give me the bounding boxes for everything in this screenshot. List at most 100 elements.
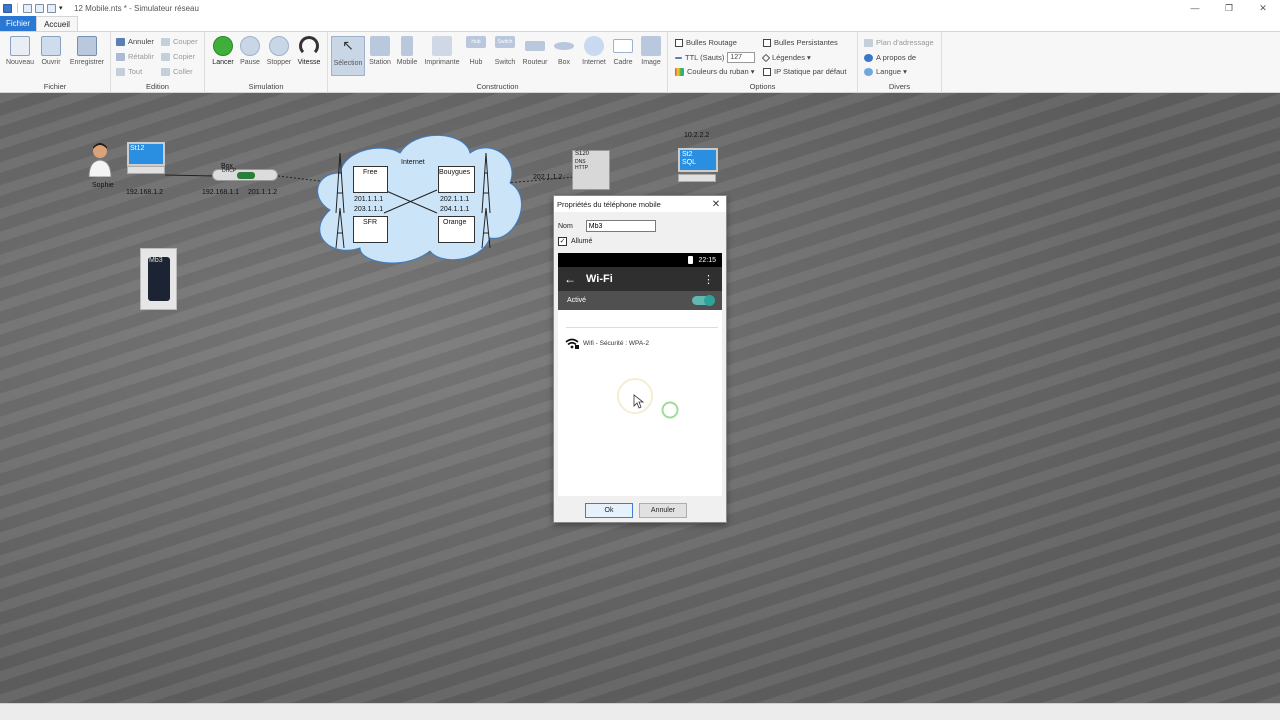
stop-icon [269,36,289,56]
speedometer-icon [299,36,319,56]
router-icon [525,41,545,51]
dialog-title-bar: Propriétés du téléphone mobile ✕ [554,196,726,212]
quick-access-toolbar: ▾ [0,3,68,13]
copy-button[interactable]: Copier [161,52,195,61]
person-icon [88,143,112,178]
customize-dropdown-icon[interactable]: ▾ [59,4,68,13]
tab-accueil[interactable]: Accueil [36,16,78,31]
isp-ip-201: 201.1.1.1 [354,196,384,203]
printer-icon [432,36,452,56]
close-window-button[interactable]: ✕ [1246,0,1280,16]
ribbon-colors-dropdown[interactable]: Couleurs du ruban ▾ [675,67,755,76]
group-label-options: Options [749,82,776,91]
sql-station-label: St2 [682,151,693,158]
group-label-simulation: Simulation [248,82,284,91]
cut-label: Couper [173,37,198,46]
ok-button[interactable]: Ok [585,503,633,518]
new-button[interactable]: Nouveau [3,36,37,66]
redo-button[interactable]: Rétablir [116,52,154,61]
tab-fichier[interactable]: Fichier [0,16,36,31]
save-icon[interactable] [47,3,56,13]
switch-icon-text: Switch [497,39,513,45]
undo-label: Annuler [128,37,154,46]
start-label: Lancer [212,59,234,66]
connecting-spinner [617,378,679,419]
legends-dropdown[interactable]: Légendes ▾ [761,53,811,62]
select-all-button[interactable]: Tout [116,67,142,76]
checkbox-icon [763,38,771,47]
printer-tool-button[interactable]: Imprimante [423,36,461,66]
arrow-right-icon [675,56,682,59]
name-input[interactable] [585,220,656,232]
box-label: Box [557,59,571,66]
group-simulation: Lancer Pause Stopper Vitesse Simulation [205,32,328,93]
routing-bubbles-label: Bulles Routage [686,38,737,47]
group-label-fichier: Fichier [43,82,67,91]
open-button[interactable]: Ouvrir [34,36,68,66]
image-tool-button[interactable]: Image [634,36,668,66]
new-file-icon[interactable] [23,3,32,13]
redo-icon [116,52,125,61]
mobile-properties-dialog: Propriétés du téléphone mobile ✕ Nom ✓ A… [553,195,727,523]
speed-label: Vitesse [297,59,321,66]
server-services: DNS HTTP [575,159,589,171]
language-dropdown[interactable]: Langue ▾ [864,67,907,76]
cut-button[interactable]: Couper [161,37,198,46]
static-ip-label: IP Statique par défaut [774,67,847,76]
ttl-label: TTL (Sauts) [685,53,725,62]
name-row: Nom [558,220,656,232]
isp-sfr-label: SFR [363,219,377,226]
box-tool-button[interactable]: Box [547,36,581,66]
ttl-spinner[interactable]: 127 [727,52,756,63]
title-bar: ▾ 12 Mobile.nts * - Simulateur réseau — … [0,0,1280,16]
undo-icon [116,37,125,46]
cancel-button[interactable]: Annuler [639,503,687,518]
minimize-button[interactable]: — [1178,0,1212,16]
hub-icon-text: Hub [471,39,481,45]
hub-icon: Hub [466,36,486,48]
computer-case [127,166,165,174]
save-button[interactable]: Enregistrer [68,36,106,66]
speed-button[interactable]: Vitesse [292,36,326,66]
open-folder-icon[interactable] [35,3,44,13]
server-label: S120 [575,151,590,157]
back-arrow-icon[interactable]: ← [564,272,576,286]
routing-bubbles-checkbox[interactable]: Bulles Routage [675,38,737,47]
paste-button[interactable]: Coller [161,67,193,76]
save-button-label: Enregistrer [69,59,105,66]
undo-button[interactable]: Annuler [116,37,154,46]
power-label: Allumé [571,238,593,245]
selection-tool-button[interactable]: ↖ Sélection [331,36,365,76]
wifi-header: ← Wi-Fi ⋮ [558,267,722,291]
switch-tool-button[interactable]: Switch Switch [488,36,522,66]
address-plan-button[interactable]: Plan d'adressage [864,38,934,47]
wifi-toggle-label: Activé [567,297,587,304]
mobile-label: Mobile [396,59,418,66]
persistent-bubbles-checkbox[interactable]: Bulles Persistantes [763,38,838,47]
wifi-network-item[interactable]: Wifi - Sécurité : WPA-2 [565,338,649,349]
select-all-icon [116,67,125,76]
static-ip-checkbox[interactable]: IP Statique par défaut [763,67,846,76]
user-avatar[interactable] [87,141,113,178]
station-label: St12 [130,145,145,152]
restore-button[interactable]: ❐ [1212,0,1246,16]
mobile-tool-button[interactable]: Mobile [390,36,424,66]
image-label: Image [641,59,661,66]
user-name: Sophie [92,182,114,189]
app-icon [3,3,12,13]
stop-button[interactable]: Stopper [262,36,296,66]
overflow-menu-icon[interactable]: ⋮ [703,273,722,286]
power-checkbox[interactable]: ✓ [558,237,567,246]
about-button[interactable]: A propos de [864,53,916,62]
dialog-close-button[interactable]: ✕ [709,199,723,210]
name-label: Nom [558,222,573,230]
power-row[interactable]: ✓ Allumé [558,237,592,246]
status-bar [0,703,1280,720]
copy-icon [161,52,170,61]
frame-label: Cadre [613,59,633,66]
wifi-toggle-switch[interactable] [692,295,715,306]
station-label: Station [369,59,391,66]
about-label: A propos de [876,53,917,62]
group-label-construction: Construction [476,82,519,91]
group-divers: Plan d'adressage A propos de Langue ▾ Di… [858,32,942,93]
